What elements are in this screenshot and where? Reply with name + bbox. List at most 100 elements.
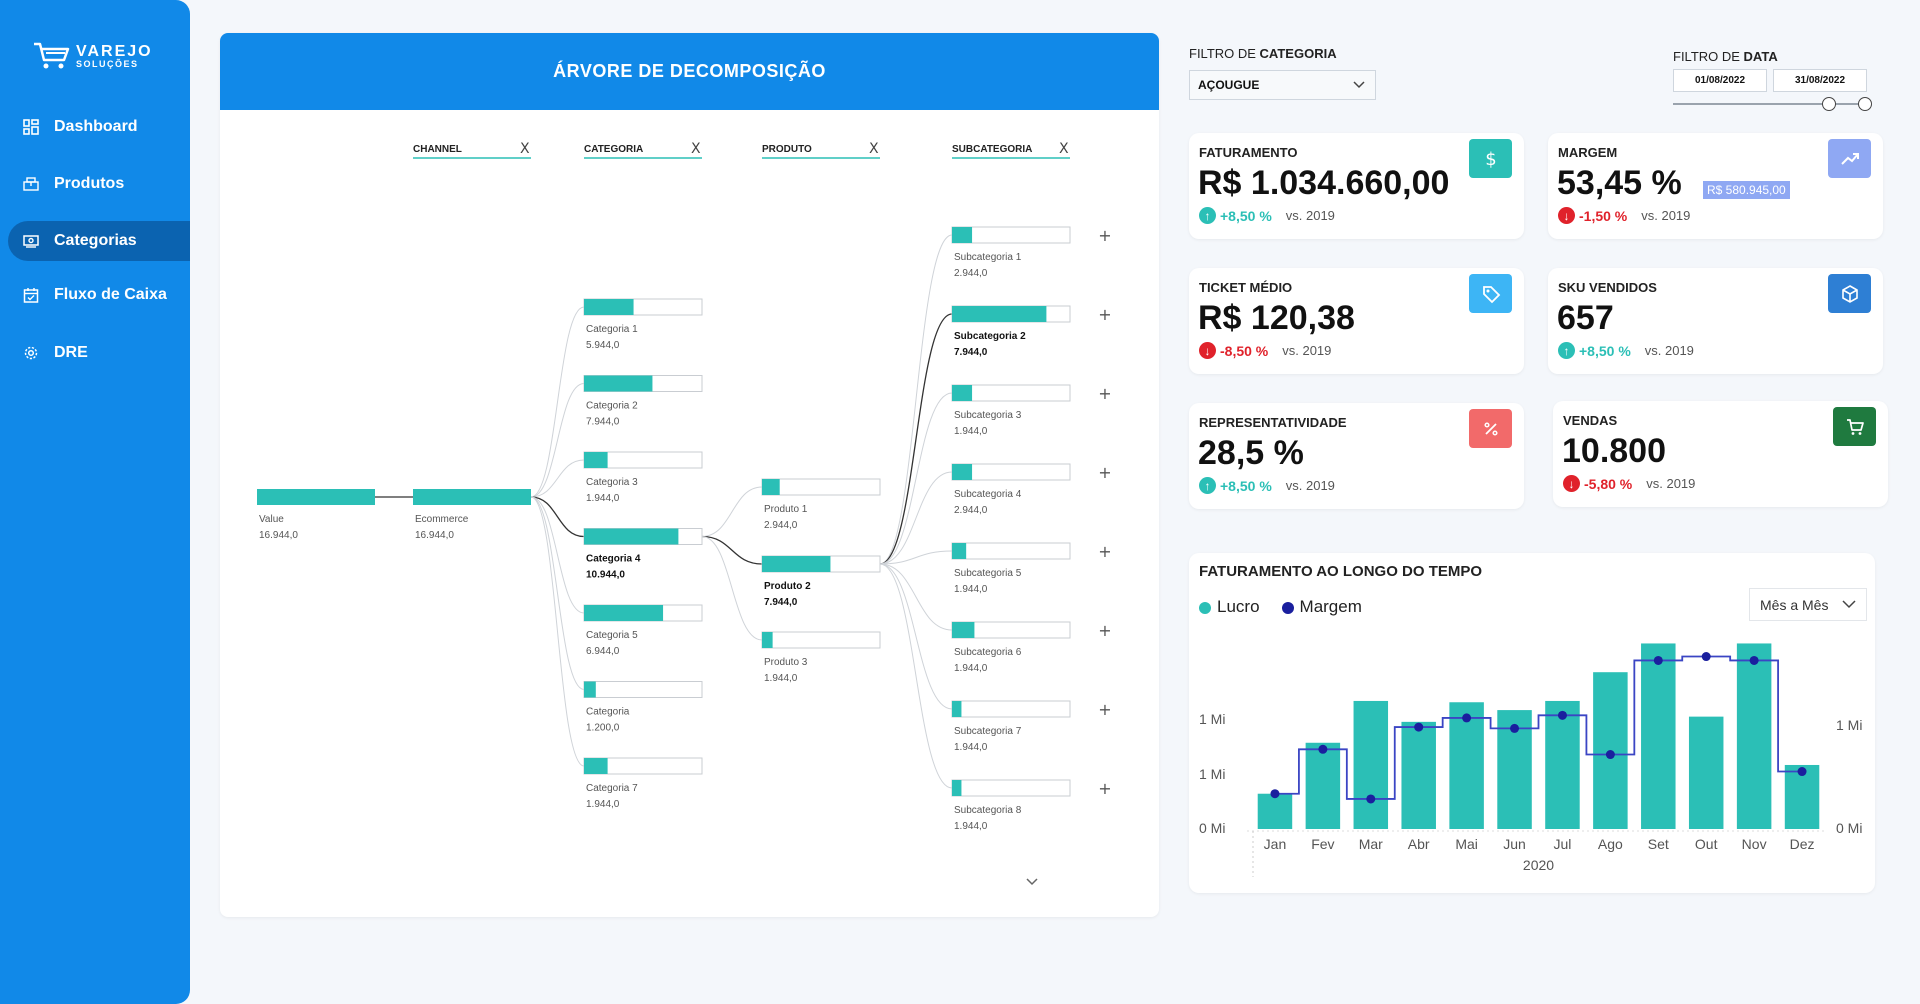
legend-item-margem[interactable]: Margem: [1281, 597, 1362, 617]
expand-icon[interactable]: +: [1098, 305, 1111, 324]
expand-icon[interactable]: +: [1098, 384, 1111, 403]
tree-node-bar[interactable]: [584, 681, 596, 698]
margem-point[interactable]: [1510, 723, 1520, 733]
tree-node-bar[interactable]: [952, 464, 973, 480]
margem-point[interactable]: [1653, 655, 1663, 665]
margem-point[interactable]: [1366, 794, 1376, 804]
tree-node-bar[interactable]: [952, 306, 1047, 322]
margem-point[interactable]: [1701, 652, 1711, 662]
sidebar-item-categorias[interactable]: Categorias: [8, 221, 190, 261]
scroll-down-chevron-icon[interactable]: [1026, 878, 1038, 886]
tree-node-track[interactable]: [761, 631, 881, 649]
expand-icon[interactable]: +: [1098, 226, 1111, 245]
lucro-bar[interactable]: [1641, 643, 1676, 829]
margem-point[interactable]: [1605, 750, 1615, 760]
tree-node-bar[interactable]: [952, 780, 962, 796]
close-icon[interactable]: X: [1059, 141, 1069, 157]
tree-node-bar[interactable]: [413, 489, 531, 505]
cart-logo-icon: [34, 42, 70, 69]
lucro-bar[interactable]: [1401, 721, 1436, 829]
tree-node-bar[interactable]: [584, 452, 608, 468]
kpi-vs: vs. 2019: [1282, 343, 1332, 358]
tree-link: [701, 536, 763, 641]
date-slider-track[interactable]: [1673, 103, 1868, 105]
margem-point[interactable]: [1462, 713, 1472, 723]
brand-line2: SOLUÇÕES: [76, 58, 139, 69]
tree-node-bar[interactable]: [762, 556, 831, 572]
tree-node-bar[interactable]: [952, 543, 967, 559]
brand-logo[interactable]: VAREJO SOLUÇÕES: [32, 40, 153, 72]
tree-node-bar[interactable]: [952, 227, 973, 243]
expand-icon[interactable]: +: [1098, 621, 1111, 640]
tree-node-bar[interactable]: [257, 489, 375, 505]
margem-point[interactable]: [1318, 744, 1328, 754]
lucro-bar[interactable]: [1688, 716, 1724, 829]
dollar-icon: $: [1469, 139, 1512, 178]
date-slider-end-handle[interactable]: [1858, 97, 1872, 111]
tree-node-bar[interactable]: [584, 758, 608, 774]
lucro-bar[interactable]: [1305, 742, 1341, 829]
close-icon[interactable]: X: [520, 141, 530, 157]
date-end-input[interactable]: 31/08/2022: [1773, 69, 1867, 92]
date-slider-start-handle[interactable]: [1822, 97, 1836, 111]
y-tick-right: 1 Mi: [1836, 717, 1862, 733]
expand-icon[interactable]: +: [1098, 463, 1111, 482]
lucro-bar[interactable]: [1257, 793, 1293, 829]
tree-node-bar[interactable]: [584, 605, 664, 621]
sidebar-item-produtos[interactable]: Produtos: [8, 164, 190, 204]
expand-icon[interactable]: +: [1098, 779, 1111, 798]
tree-node-value: 7.944,0: [954, 347, 988, 358]
sidebar-item-label: DRE: [54, 344, 88, 361]
lucro-bar[interactable]: [1736, 643, 1772, 829]
margem-point[interactable]: [1414, 722, 1424, 732]
date-start-input[interactable]: 01/08/2022: [1673, 69, 1767, 92]
tree-node-label: Produto 1: [764, 504, 808, 515]
period-dropdown[interactable]: Mês a Mês: [1749, 588, 1867, 621]
tree-node-label: Categoria 1: [586, 324, 638, 335]
categoria-select[interactable]: AÇOUGUE: [1189, 70, 1376, 100]
tree-node-track[interactable]: [951, 542, 1071, 560]
tree-node-track[interactable]: [951, 779, 1071, 797]
tree-node-value: 1.944,0: [954, 663, 988, 674]
margem-point[interactable]: [1270, 789, 1280, 799]
x-tick-label: Mai: [1455, 836, 1478, 852]
chart-legend: Lucro Margem: [1199, 597, 1362, 617]
arrow-down-icon: ↓: [1563, 475, 1580, 492]
tree-node-bar[interactable]: [952, 701, 962, 717]
sidebar-item-dre[interactable]: DRE: [8, 333, 190, 373]
tree-link: [701, 486, 763, 537]
tree-node-bar[interactable]: [952, 622, 975, 638]
kpi-value: R$ 120,38: [1198, 299, 1355, 337]
lucro-bar[interactable]: [1353, 700, 1389, 829]
kpi-vs: vs. 2019: [1646, 476, 1696, 491]
sidebar-item-dashboard[interactable]: Dashboard: [8, 107, 190, 147]
kpi-delta: ↓ -5,80 % vs. 2019: [1563, 475, 1695, 492]
sidebar-item-fluxo-de-caixa[interactable]: Fluxo de Caixa: [8, 275, 190, 315]
expand-icon[interactable]: +: [1098, 700, 1111, 719]
tree-node-label: Subcategoria 5: [954, 568, 1022, 579]
close-icon[interactable]: X: [691, 141, 701, 157]
tree-node-bar[interactable]: [762, 632, 773, 648]
tree-link: [879, 471, 953, 565]
tree-node-label: Subcategoria 3: [954, 410, 1022, 421]
tree-node-track[interactable]: [583, 681, 703, 698]
legend-item-lucro[interactable]: Lucro: [1199, 597, 1260, 617]
lucro-bar[interactable]: [1545, 700, 1580, 829]
tree-node-value: 1.944,0: [954, 426, 988, 437]
margem-point[interactable]: [1557, 710, 1567, 720]
tree-node-value: 1.944,0: [764, 673, 798, 684]
margem-point[interactable]: [1749, 655, 1759, 665]
tree-node-bar[interactable]: [762, 479, 780, 495]
tree-node-bar[interactable]: [584, 299, 634, 315]
kpi-delta-value: +8,50 %: [1220, 477, 1272, 494]
tree-node-bar[interactable]: [584, 528, 679, 545]
decomposition-tree[interactable]: CHANNEL X CATEGORIA X PRODUTO X SUBCATEGORIA X V…: [220, 33, 1159, 917]
percent-icon: [1469, 409, 1512, 448]
tree-node-track[interactable]: [951, 700, 1071, 718]
close-icon[interactable]: X: [869, 141, 879, 157]
margem-point[interactable]: [1797, 767, 1807, 777]
tree-node-bar[interactable]: [584, 375, 653, 392]
tree-node-label: Categoria 2: [586, 401, 638, 412]
expand-icon[interactable]: +: [1098, 542, 1111, 561]
tree-node-bar[interactable]: [952, 385, 973, 401]
